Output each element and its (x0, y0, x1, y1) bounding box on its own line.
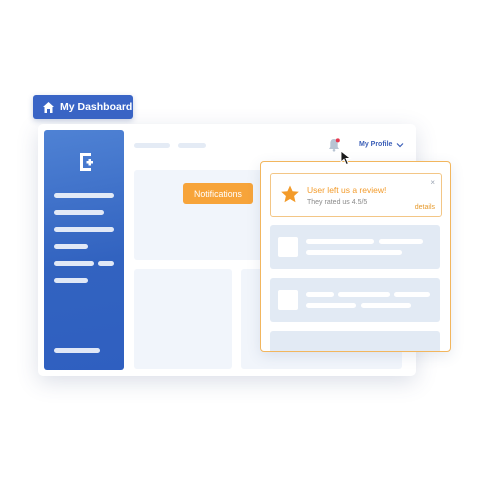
sidebar-item[interactable] (54, 244, 88, 249)
sidebar-item[interactable] (54, 193, 114, 198)
text-placeholder (306, 250, 402, 255)
review-notification[interactable]: User left us a review! They rated us 4.5… (270, 173, 442, 217)
sidebar-item[interactable] (54, 348, 100, 353)
sidebar-item[interactable] (54, 261, 94, 266)
thumbnail-placeholder (278, 290, 298, 310)
cursor-icon (340, 150, 352, 166)
list-item[interactable] (270, 278, 440, 322)
star-icon (281, 185, 299, 203)
logo-icon (80, 153, 93, 171)
notifications-button[interactable]: Notifications (183, 183, 253, 204)
details-link[interactable]: details (415, 204, 435, 211)
breadcrumb-placeholder (178, 143, 206, 148)
bell-icon[interactable] (328, 138, 340, 152)
profile-menu[interactable]: My Profile (359, 141, 404, 148)
sidebar-item[interactable] (54, 210, 104, 215)
text-placeholder (361, 303, 411, 308)
sidebar-item[interactable] (54, 227, 114, 232)
text-placeholder (306, 239, 374, 244)
close-icon[interactable]: × (430, 178, 435, 187)
dashboard-tab[interactable]: My Dashboard (33, 95, 133, 119)
list-item[interactable] (270, 225, 440, 269)
sidebar-item-badge (98, 261, 114, 266)
chevron-down-icon (397, 142, 404, 147)
thumbnail-placeholder (278, 237, 298, 257)
profile-label: My Profile (359, 141, 393, 148)
text-placeholder (338, 292, 390, 297)
content-panel-left (134, 269, 232, 369)
list-item[interactable] (270, 331, 440, 351)
sidebar-item[interactable] (54, 278, 88, 283)
notification-subtitle: They rated us 4.5/5 (307, 199, 368, 206)
breadcrumb-placeholder (134, 143, 170, 148)
dashboard-tab-label: My Dashboard (60, 101, 133, 113)
text-placeholder (379, 239, 423, 244)
sidebar (44, 130, 124, 370)
notifications-dropdown: User left us a review! They rated us 4.5… (260, 161, 451, 352)
house-icon (41, 100, 55, 114)
notification-title: User left us a review! (307, 185, 387, 195)
text-placeholder (306, 303, 356, 308)
text-placeholder (394, 292, 430, 297)
text-placeholder (306, 292, 334, 297)
